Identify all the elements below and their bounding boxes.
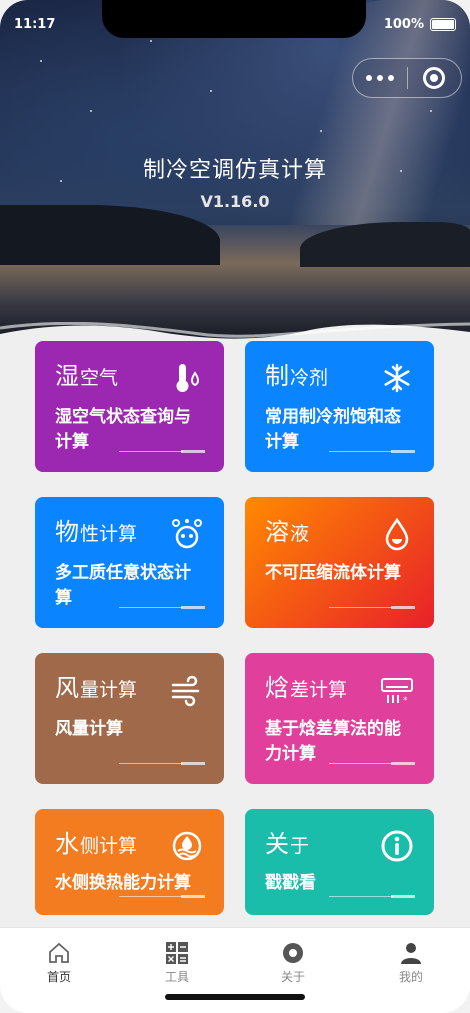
card-title-rest: 于	[290, 835, 310, 857]
feature-card[interactable]: 水侧计算水侧换热能力计算	[35, 809, 224, 923]
card-title-initial: 溶	[265, 518, 289, 546]
card-title-initial: 风	[55, 674, 79, 702]
card-underline-accent	[181, 450, 205, 453]
air-conditioner-icon: *	[380, 673, 414, 707]
card-underline	[329, 763, 393, 764]
feature-card[interactable]: 湿空气湿空气状态查询与计算	[35, 341, 224, 480]
card-title-rest: 空气	[80, 367, 119, 389]
card-underline-accent	[181, 606, 205, 609]
tab-calculator[interactable]: 工具	[132, 940, 222, 985]
card-underline	[119, 607, 183, 608]
molecule-icon	[170, 517, 204, 551]
card-title-rest: 量计算	[80, 679, 138, 701]
tab-home[interactable]: 首页	[14, 940, 104, 985]
battery-percent: 100%	[383, 17, 424, 32]
tab-label: 我的	[398, 970, 423, 984]
card-underline	[329, 896, 393, 897]
snowflake-icon	[380, 361, 414, 395]
feature-card[interactable]: 焓差计算 * 基于焓差算法的能力计算	[245, 653, 434, 792]
water-icon	[170, 829, 204, 863]
card-title-rest: 性计算	[80, 523, 138, 545]
feature-card[interactable]: 风量计算 风量计算	[35, 653, 224, 792]
tab-circle-dot[interactable]: 关于	[248, 940, 338, 985]
tab-user[interactable]: 我的	[366, 940, 456, 985]
version-label: V1.16.0	[200, 192, 270, 211]
info-icon	[380, 829, 414, 863]
card-description: 常用制冷剂饱和态计算	[265, 407, 401, 452]
card-title-rest: 液	[290, 523, 310, 545]
card-underline-accent	[391, 606, 415, 609]
card-title-initial: 制	[265, 362, 289, 390]
feature-card[interactable]: 关于戳戳看	[245, 809, 434, 923]
tab-label: 工具	[164, 970, 189, 984]
tab-label: 关于	[280, 970, 305, 984]
thermometer-icon	[170, 361, 204, 395]
target-icon	[423, 67, 446, 89]
card-title-initial: 焓	[265, 674, 289, 702]
card-title-initial: 湿	[55, 362, 79, 390]
card-description: 风量计算	[55, 719, 123, 739]
card-title-initial: 关	[265, 830, 289, 858]
tab-label: 首页	[46, 970, 71, 984]
card-title-initial: 物	[55, 518, 79, 546]
card-underline	[329, 607, 393, 608]
circle-dot-icon	[248, 940, 338, 966]
card-underline	[119, 896, 183, 897]
rock-decoration	[0, 205, 220, 265]
card-underline	[329, 451, 393, 452]
card-title-rest: 差计算	[290, 679, 348, 701]
card-title-rest: 侧计算	[80, 835, 138, 857]
feature-card[interactable]: 制冷剂常用制冷剂饱和态计算	[245, 341, 434, 480]
card-description: 不可压缩流体计算	[265, 563, 401, 583]
feature-card[interactable]: 物性计算多工质任意状态计算	[35, 497, 224, 636]
home-icon	[14, 940, 104, 966]
card-description: 湿空气状态查询与计算	[55, 407, 191, 452]
battery-icon	[430, 18, 456, 31]
status-bar: 11:17 100%	[14, 14, 456, 34]
card-underline-accent	[391, 450, 415, 453]
card-underline-accent	[181, 895, 205, 898]
wind-icon	[170, 673, 204, 707]
card-description: 水侧换热能力计算	[55, 873, 191, 893]
miniprogram-capsule	[352, 58, 462, 98]
card-underline-accent	[181, 762, 205, 765]
bottom-tab-bar: 首页 工具 关于 我的	[0, 927, 470, 1013]
calculator-icon	[132, 940, 222, 966]
card-underline-accent	[391, 762, 415, 765]
home-indicator	[165, 994, 305, 1000]
card-description: 基于焓差算法的能力计算	[265, 719, 401, 764]
card-underline	[119, 763, 183, 764]
user-icon	[366, 940, 456, 966]
droplet-icon	[380, 517, 414, 551]
card-title-rest: 冷剂	[290, 367, 329, 389]
svg-text:*: *	[403, 696, 408, 706]
phone-screen: 11:17 100% 制冷空调仿真计算 V1.16.0 湿空气湿空气状态查询与计…	[0, 0, 470, 1013]
card-underline-accent	[391, 895, 415, 898]
more-menu-button[interactable]	[353, 75, 407, 81]
feature-card[interactable]: 溶液不可压缩流体计算	[245, 497, 434, 636]
card-underline	[119, 451, 183, 452]
battery-indicator: 100%	[384, 17, 456, 32]
close-miniprogram-button[interactable]	[407, 67, 461, 89]
card-title-initial: 水	[55, 830, 79, 858]
page-title: 制冷空调仿真计算	[142, 158, 327, 183]
card-description: 多工质任意状态计算	[55, 563, 191, 608]
status-time: 11:17	[14, 17, 56, 32]
card-description: 戳戳看	[265, 873, 316, 893]
